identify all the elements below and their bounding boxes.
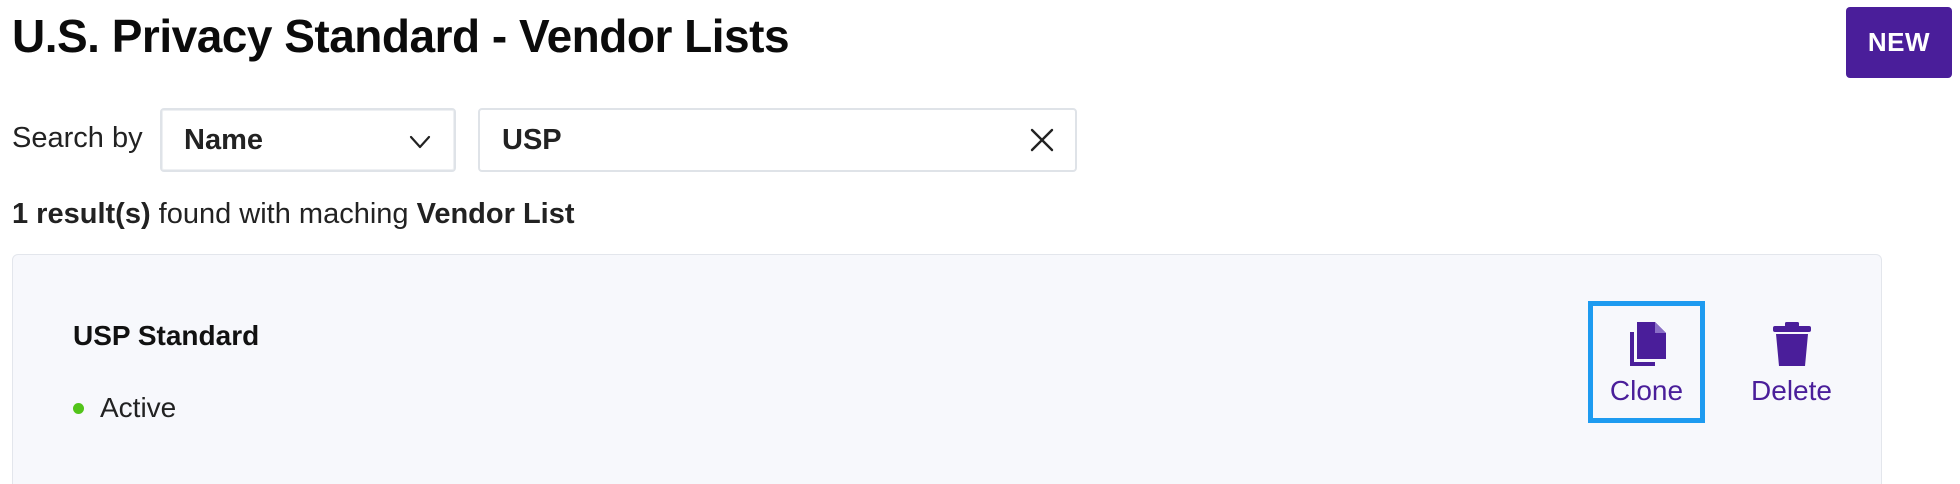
- chevron-down-icon: [409, 135, 431, 149]
- search-by-label: Search by: [12, 122, 143, 154]
- close-icon[interactable]: [1029, 127, 1055, 153]
- result-summary: 1 result(s) found with maching Vendor Li…: [12, 196, 575, 232]
- search-field-select-value: Name: [184, 123, 263, 156]
- result-count: 1 result(s): [12, 198, 151, 230]
- new-button[interactable]: NEW: [1846, 7, 1952, 78]
- delete-label: Delete: [1751, 375, 1832, 406]
- status-text: Active: [100, 392, 177, 423]
- vendor-lists-page: U.S. Privacy Standard - Vendor Lists NEW…: [0, 0, 1960, 484]
- result-entity: Vendor List: [416, 198, 575, 230]
- status-badge: Active: [73, 391, 176, 425]
- search-input[interactable]: [480, 110, 1000, 170]
- vendor-list-name[interactable]: USP Standard: [73, 319, 259, 353]
- search-input-container: [478, 108, 1077, 172]
- search-field-select[interactable]: Name: [160, 108, 456, 172]
- result-summary-text: found with maching: [150, 198, 417, 230]
- trash-icon: [1772, 322, 1811, 366]
- page-title: U.S. Privacy Standard - Vendor Lists: [12, 10, 790, 62]
- clone-label: Clone: [1609, 375, 1684, 406]
- delete-button[interactable]: Delete: [1733, 301, 1850, 423]
- status-dot-icon: [73, 402, 84, 414]
- copy-icon: [1629, 322, 1666, 366]
- vendor-list-card: USP Standard Active Clone Delete: [12, 254, 1882, 484]
- clone-button[interactable]: Clone: [1588, 301, 1705, 423]
